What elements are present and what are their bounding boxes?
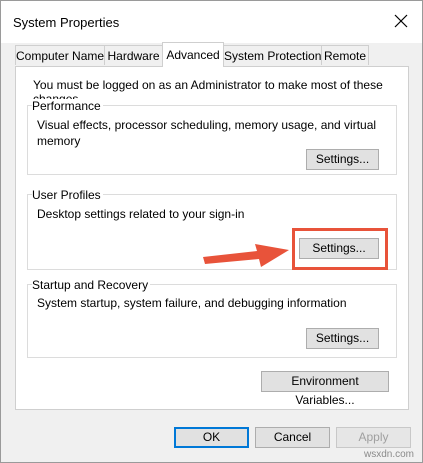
performance-description-line2: memory (37, 134, 81, 148)
tab-hardware[interactable]: Hardware (104, 45, 163, 65)
title-bar: System Properties (1, 1, 422, 43)
performance-description: Visual effects, processor scheduling, me… (37, 117, 376, 149)
ok-button[interactable]: OK (174, 427, 249, 448)
cancel-button[interactable]: Cancel (255, 427, 330, 448)
tab-computer-name[interactable]: Computer Name (15, 45, 105, 65)
performance-description-line1: Visual effects, processor scheduling, me… (37, 118, 377, 132)
user-profiles-group-label: User Profiles (32, 188, 103, 202)
performance-settings-button[interactable]: Settings... (306, 149, 379, 170)
window-title: System Properties (13, 15, 120, 30)
environment-variables-button[interactable]: Environment Variables... (261, 371, 389, 407)
system-properties-window: System Properties Computer Name Hardware… (0, 0, 423, 463)
watermark: wsxdn.com (363, 449, 414, 460)
startup-recovery-description: System startup, system failure, and debu… (37, 296, 347, 310)
startup-recovery-settings-button[interactable]: Settings... (306, 328, 379, 349)
performance-group-label: Performance (32, 99, 103, 113)
tab-system-protection[interactable]: System Protection (223, 45, 322, 65)
tab-remote[interactable]: Remote (321, 45, 369, 65)
tab-advanced[interactable]: Advanced (162, 42, 224, 67)
startup-recovery-group-label: Startup and Recovery (32, 278, 151, 292)
annotation-arrow-icon (203, 244, 289, 267)
user-profiles-description: Desktop settings related to your sign-in (37, 207, 245, 221)
apply-button[interactable]: Apply (336, 427, 411, 448)
annotation-highlight-box (292, 228, 388, 270)
close-icon[interactable] (392, 12, 410, 30)
